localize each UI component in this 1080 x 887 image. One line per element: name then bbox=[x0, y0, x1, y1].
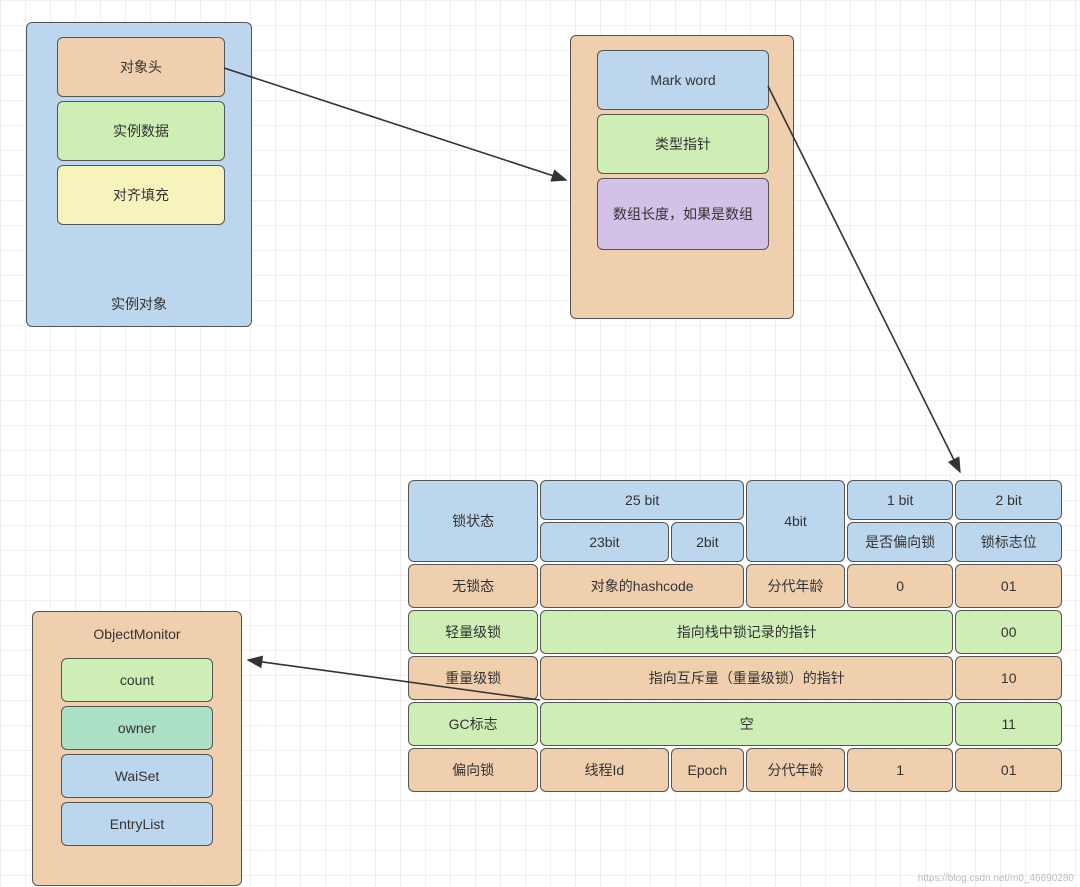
arrow-markword-to-table bbox=[768, 86, 960, 472]
monitor-entrylist-cell: EntryList bbox=[61, 802, 213, 846]
th-4bit: 4bit bbox=[746, 480, 845, 562]
cell-gc-flag: 11 bbox=[955, 702, 1062, 746]
object-header-panel: Mark word 类型指针 数组长度，如果是数组 bbox=[570, 35, 794, 319]
cell-light-flag: 00 bbox=[955, 610, 1062, 654]
cell-unlocked-flag: 01 bbox=[955, 564, 1062, 608]
instance-object-panel: 对象头 实例数据 对齐填充 实例对象 bbox=[26, 22, 252, 327]
th-lock-flag: 锁标志位 bbox=[955, 522, 1062, 562]
monitor-waitset-cell: WaiSet bbox=[61, 754, 213, 798]
cell-light-label: 轻量级锁 bbox=[408, 610, 538, 654]
table-row-biased: 偏向锁 线程Id Epoch 分代年龄 1 01 bbox=[408, 748, 1062, 792]
instance-object-title: 实例对象 bbox=[27, 290, 251, 318]
mark-word-cell: Mark word bbox=[597, 50, 769, 110]
watermark: https://blog.csdn.net/m0_46690280 bbox=[918, 873, 1074, 884]
type-pointer-cell: 类型指针 bbox=[597, 114, 769, 174]
cell-light-ptr: 指向栈中锁记录的指针 bbox=[540, 610, 953, 654]
cell-biased-label: 偏向锁 bbox=[408, 748, 538, 792]
cell-unlocked-label: 无锁态 bbox=[408, 564, 538, 608]
cell-unlocked-biased: 0 bbox=[847, 564, 954, 608]
object-header-cell: 对象头 bbox=[57, 37, 225, 97]
th-biased-q: 是否偏向锁 bbox=[847, 522, 954, 562]
th-25bit: 25 bit bbox=[540, 480, 744, 520]
cell-biased-age: 分代年龄 bbox=[746, 748, 845, 792]
table-row-heavyweight: 重量级锁 指向互斥量（重量级锁）的指针 10 bbox=[408, 656, 1062, 700]
cell-heavy-flag: 10 bbox=[955, 656, 1062, 700]
cell-heavy-label: 重量级锁 bbox=[408, 656, 538, 700]
object-monitor-title: ObjectMonitor bbox=[33, 622, 241, 646]
th-2bit: 2 bit bbox=[955, 480, 1062, 520]
th-23bit: 23bit bbox=[540, 522, 668, 562]
th-1bit: 1 bit bbox=[847, 480, 954, 520]
cell-heavy-ptr: 指向互斥量（重量级锁）的指针 bbox=[540, 656, 953, 700]
th-lock-state: 锁状态 bbox=[408, 480, 538, 562]
th-2bit-sub: 2bit bbox=[671, 522, 745, 562]
cell-gc-label: GC标志 bbox=[408, 702, 538, 746]
monitor-owner-cell: owner bbox=[61, 706, 213, 750]
table-row-unlocked: 无锁态 对象的hashcode 分代年龄 0 01 bbox=[408, 564, 1062, 608]
table-header-row-1: 锁状态 25 bit 4bit 1 bit 2 bit bbox=[408, 480, 1062, 520]
alignment-padding-cell: 对齐填充 bbox=[57, 165, 225, 225]
table-row-lightweight: 轻量级锁 指向栈中锁记录的指针 00 bbox=[408, 610, 1062, 654]
arrow-header-to-panel bbox=[224, 68, 566, 180]
monitor-count-cell: count bbox=[61, 658, 213, 702]
array-length-cell: 数组长度，如果是数组 bbox=[597, 178, 769, 250]
cell-biased-epoch: Epoch bbox=[671, 748, 745, 792]
cell-biased-thread: 线程Id bbox=[540, 748, 668, 792]
cell-biased-biased: 1 bbox=[847, 748, 954, 792]
instance-data-cell: 实例数据 bbox=[57, 101, 225, 161]
cell-unlocked-hashcode: 对象的hashcode bbox=[540, 564, 744, 608]
table-row-gc: GC标志 空 11 bbox=[408, 702, 1062, 746]
cell-unlocked-age: 分代年龄 bbox=[746, 564, 845, 608]
object-monitor-panel: ObjectMonitor count owner WaiSet EntryLi… bbox=[32, 611, 242, 886]
cell-biased-flag: 01 bbox=[955, 748, 1062, 792]
cell-gc-empty: 空 bbox=[540, 702, 953, 746]
mark-word-table: 锁状态 25 bit 4bit 1 bit 2 bit 23bit 2bit 是… bbox=[406, 478, 1064, 794]
